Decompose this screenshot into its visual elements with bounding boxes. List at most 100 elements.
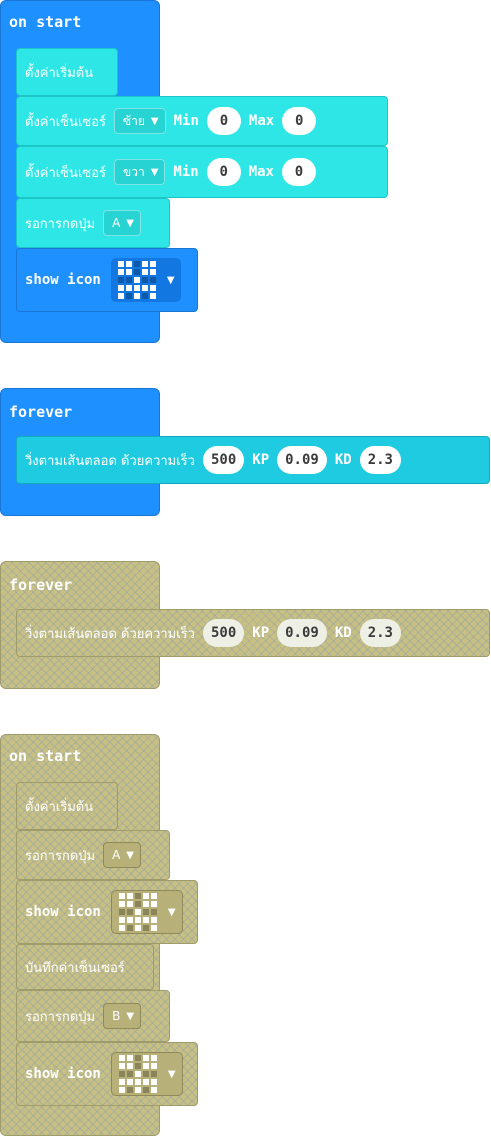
set-sensor-left-statement[interactable]: ตั้งค่าเซ็นเซอร์ ซ้าย ▼ Min 0 Max 0 — [16, 96, 388, 146]
min-input[interactable]: 0 — [206, 107, 241, 135]
set-sensor-right-statement[interactable]: ตั้งค่าเซ็นเซอร์ ขวา ▼ Min 0 Max 0 — [16, 146, 388, 198]
sensor-side-value: ขวา — [123, 164, 145, 179]
led-cell — [126, 1055, 133, 1061]
led-icon-grid — [116, 890, 160, 934]
led-cell — [142, 1055, 149, 1061]
led-icon-grid — [115, 258, 159, 302]
led-cell — [141, 261, 148, 267]
led-cell — [118, 925, 125, 931]
button-dropdown[interactable]: A ▼ — [103, 210, 141, 236]
chevron-down-icon: ▼ — [167, 906, 176, 918]
led-cell — [126, 1079, 133, 1085]
show-icon-statement-1[interactable]: show icon ▼ — [16, 880, 198, 944]
init-label: ตั้งค่าเริ่มต้น — [25, 799, 94, 815]
min-label: Min — [173, 113, 199, 129]
show-icon-label: show icon — [25, 904, 101, 920]
led-cell — [133, 293, 140, 299]
led-cell — [142, 917, 149, 923]
max-label: Max — [248, 113, 275, 129]
button-dropdown[interactable]: A ▼ — [103, 842, 141, 868]
show-icon-statement[interactable]: show icon ▼ — [16, 248, 198, 312]
max-label: Max — [248, 164, 274, 180]
chevron-down-icon: ▼ — [150, 115, 159, 127]
led-cell — [150, 1063, 157, 1069]
kp-input[interactable]: 0.09 — [277, 619, 327, 647]
led-cell — [149, 285, 156, 291]
led-cell — [142, 893, 149, 899]
max-input[interactable]: 0 — [282, 107, 317, 135]
led-cell — [134, 1071, 141, 1077]
led-cell — [126, 893, 133, 899]
kd-input[interactable]: 2.3 — [359, 446, 401, 474]
follow-line-statement-disabled[interactable]: วิ่งตามเส้นตลอด ด้วยความเร็ว 500 KP 0.09… — [16, 609, 490, 657]
led-cell — [125, 269, 132, 275]
sensor-side-dropdown[interactable]: ขวา ▼ — [114, 159, 166, 185]
button-dropdown[interactable]: B ▼ — [103, 1003, 142, 1029]
wait-button-a-statement[interactable]: รอการกดปุ่ม A ▼ — [16, 830, 170, 880]
wait-button-statement[interactable]: รอการกดปุ่ม A ▼ — [16, 198, 170, 248]
led-cell — [142, 925, 149, 931]
led-cell — [149, 269, 156, 275]
led-cell — [142, 909, 149, 915]
led-cell — [126, 925, 133, 931]
led-cell — [118, 901, 125, 907]
wait-button-label: รอการกดปุ่ม — [25, 216, 96, 232]
led-cell — [134, 909, 141, 915]
led-cell — [118, 893, 125, 899]
follow-line-label: วิ่งตามเส้นตลอด ด้วยความเร็ว — [25, 453, 195, 469]
speed-input[interactable]: 500 — [202, 619, 245, 647]
set-sensor-label: ตั้งค่าเซ็นเซอร์ — [25, 165, 106, 181]
on-start-label: on start — [9, 13, 82, 31]
icon-picker-dropdown[interactable]: ▼ — [110, 1052, 183, 1096]
led-cell — [126, 901, 133, 907]
led-cell — [125, 277, 132, 283]
led-cell — [149, 293, 156, 299]
led-cell — [142, 1079, 149, 1085]
led-cell — [117, 293, 124, 299]
kp-input[interactable]: 0.09 — [277, 446, 327, 474]
led-icon-grid — [116, 1052, 160, 1096]
led-cell — [126, 1087, 133, 1093]
follow-line-label: วิ่งตามเส้นตลอด ด้วยความเร็ว — [25, 626, 195, 642]
led-cell — [118, 917, 125, 923]
forever-label: forever — [9, 403, 73, 421]
chevron-down-icon: ▼ — [150, 166, 159, 178]
forever-label: forever — [9, 576, 73, 594]
on-start-label: on start — [9, 747, 82, 765]
kd-input[interactable]: 2.3 — [359, 619, 401, 647]
icon-picker-dropdown[interactable]: ▼ — [110, 890, 183, 934]
led-cell — [141, 277, 148, 283]
led-cell — [118, 1087, 125, 1093]
init-label: ตั้งค่าเริ่มต้น — [25, 65, 94, 81]
led-cell — [125, 261, 132, 267]
led-cell — [134, 925, 141, 931]
led-cell — [118, 1055, 125, 1061]
min-input[interactable]: 0 — [206, 158, 241, 186]
show-icon-label: show icon — [25, 1066, 101, 1082]
init-statement[interactable]: ตั้งค่าเริ่มต้น — [16, 782, 118, 830]
sensor-side-dropdown[interactable]: ซ้าย ▼ — [114, 108, 166, 134]
speed-input[interactable]: 500 — [202, 446, 245, 474]
led-cell — [118, 1063, 125, 1069]
record-sensor-statement[interactable]: บันทึกค่าเซ็นเซอร์ — [16, 944, 154, 990]
led-cell — [126, 917, 133, 923]
led-cell — [142, 1063, 149, 1069]
wait-button-label: รอการกดปุ่ม — [25, 1009, 96, 1025]
led-cell — [150, 1071, 157, 1077]
chevron-down-icon: ▼ — [126, 217, 134, 229]
led-cell — [134, 901, 141, 907]
led-cell — [117, 277, 124, 283]
led-cell — [117, 285, 124, 291]
init-statement[interactable]: ตั้งค่าเริ่มต้น — [16, 48, 118, 96]
min-label: Min — [173, 164, 199, 180]
icon-picker-dropdown[interactable]: ▼ — [110, 258, 181, 302]
chevron-down-icon: ▼ — [126, 849, 134, 861]
follow-line-statement[interactable]: วิ่งตามเส้นตลอด ด้วยความเร็ว 500 KP 0.09… — [16, 436, 490, 484]
kp-label: KP — [252, 452, 270, 468]
led-cell — [133, 277, 140, 283]
led-cell — [118, 1079, 125, 1085]
show-icon-statement-2[interactable]: show icon ▼ — [16, 1042, 198, 1106]
max-input[interactable]: 0 — [281, 158, 316, 186]
wait-button-b-statement[interactable]: รอการกดปุ่ม B ▼ — [16, 990, 170, 1042]
led-cell — [141, 285, 148, 291]
